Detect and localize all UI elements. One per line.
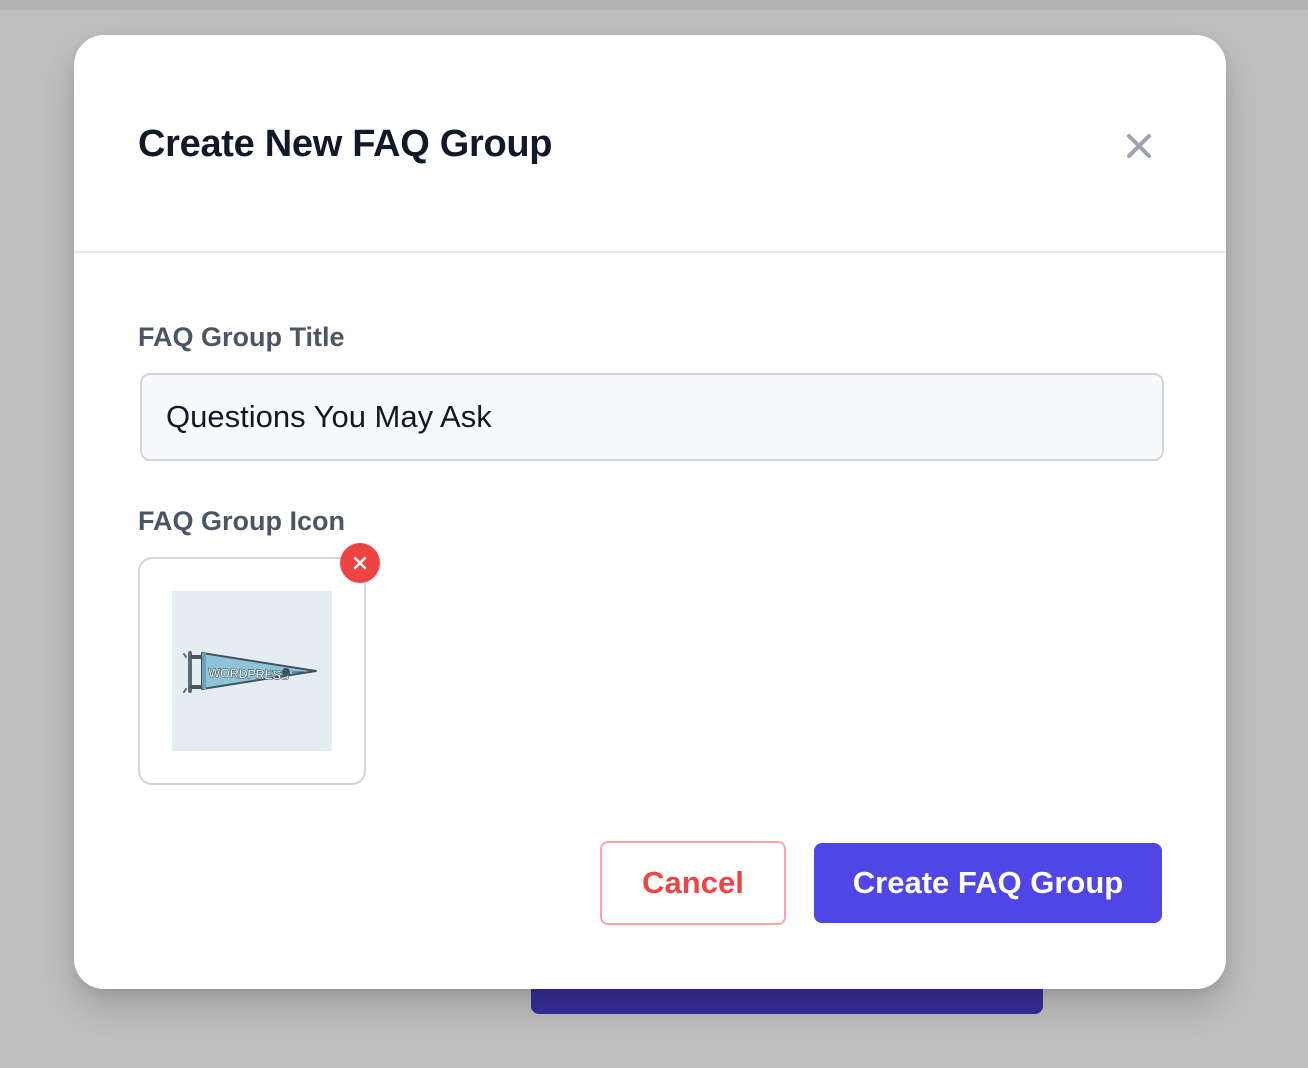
faq-group-title-input[interactable] [140, 373, 1164, 461]
close-button[interactable] [1118, 125, 1160, 167]
create-faq-group-button[interactable]: Create FAQ Group [814, 843, 1162, 923]
create-faq-group-dialog: Create New FAQ Group FAQ Group Title FAQ… [74, 35, 1226, 989]
faq-group-icon-label: FAQ Group Icon [138, 506, 345, 536]
wordpress-pennant-image: WORDPRESS [172, 591, 332, 751]
close-icon [1127, 134, 1151, 158]
pennant-text: WORDPRESS [208, 665, 290, 683]
backdrop-top-strip [0, 0, 1308, 10]
faq-group-title-label: FAQ Group Title [138, 322, 345, 352]
icon-upload-preview[interactable]: WORDPRESS [138, 557, 366, 785]
dialog-title: Create New FAQ Group [138, 123, 553, 165]
remove-icon-button[interactable] [340, 543, 380, 583]
cancel-button[interactable]: Cancel [600, 841, 786, 925]
remove-icon [353, 556, 367, 570]
dialog-header: Create New FAQ Group [74, 35, 1226, 253]
